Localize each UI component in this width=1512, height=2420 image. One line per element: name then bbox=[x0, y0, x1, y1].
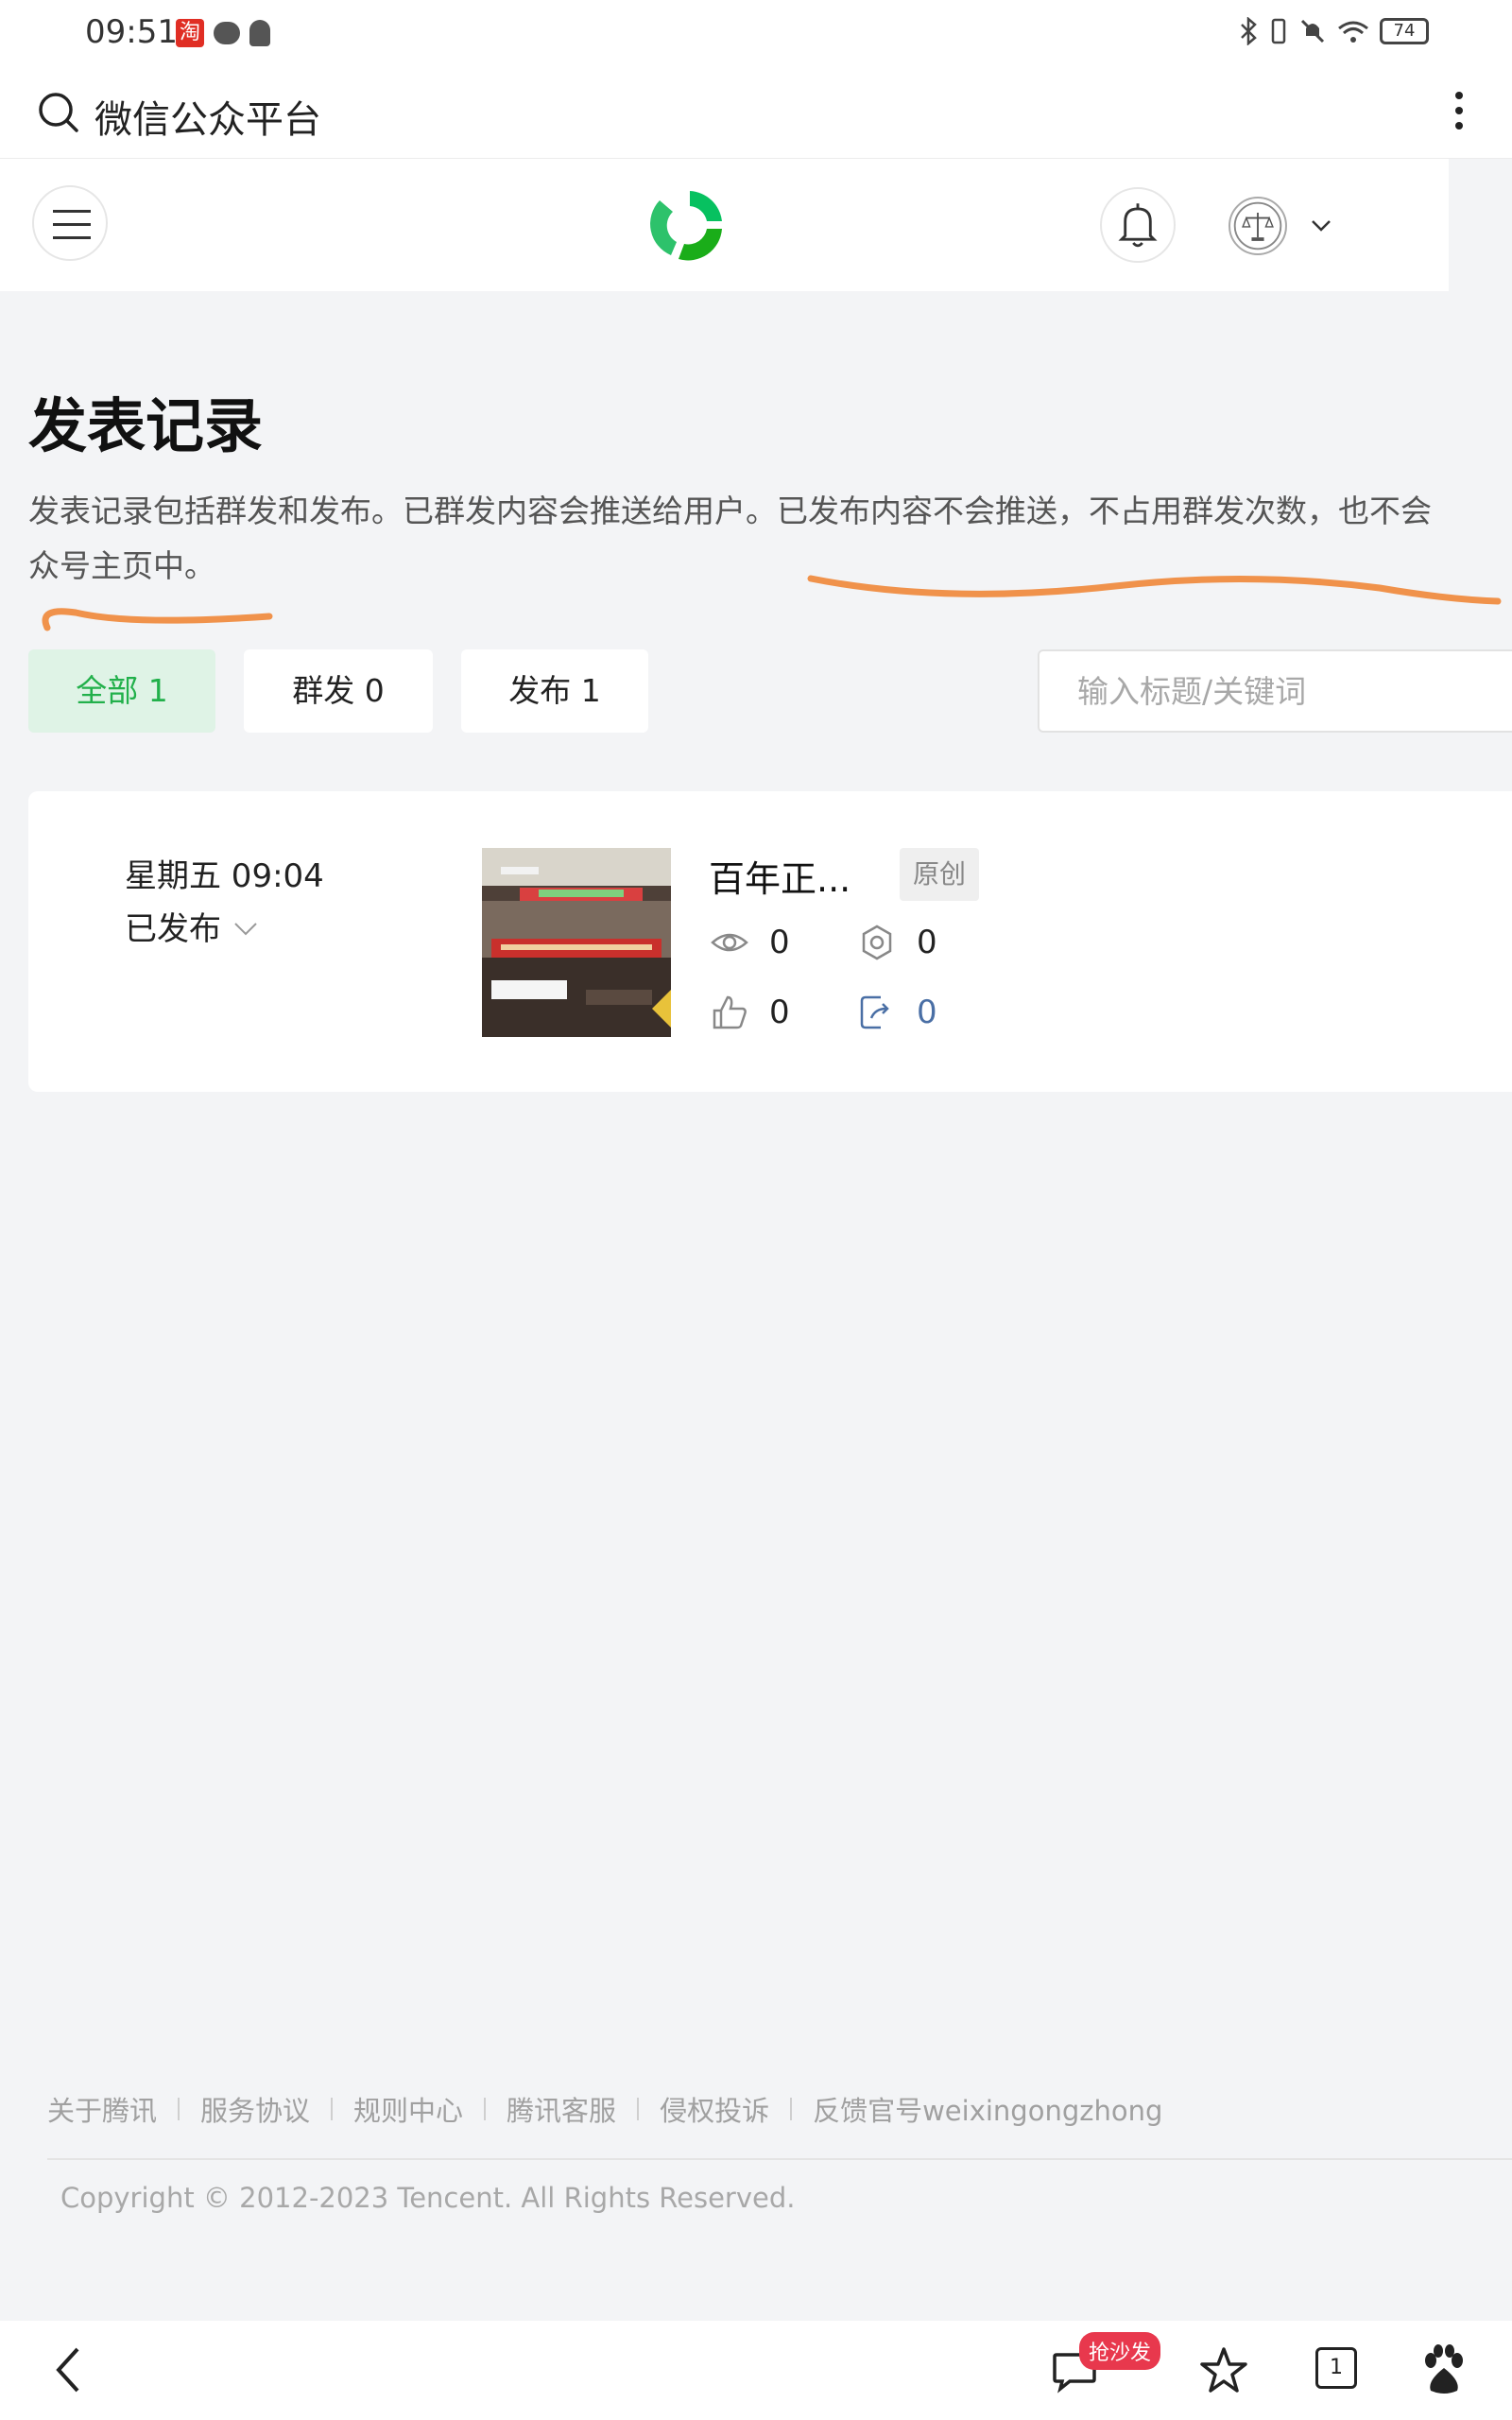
tab-all[interactable]: 全部 1 bbox=[28, 649, 215, 733]
record-card[interactable]: 星期五 09:04 已发布 百年正... 原创 0 0 0 0 bbox=[28, 791, 1512, 1092]
read-count-value: 0 bbox=[769, 924, 790, 961]
footer-link-feedback[interactable]: 反馈官号weixingongzhong bbox=[813, 2089, 1162, 2129]
search-box bbox=[1038, 649, 1512, 733]
taobao-icon: 淘 bbox=[176, 19, 204, 47]
status-system-icons: 74 bbox=[1238, 17, 1429, 45]
search-icon[interactable] bbox=[38, 92, 79, 133]
wechat-icon bbox=[214, 22, 240, 44]
share-count-value: 0 bbox=[917, 924, 937, 961]
forward-count-value: 0 bbox=[917, 994, 937, 1031]
menu-icon[interactable] bbox=[32, 185, 108, 261]
tab-mass-send[interactable]: 群发 0 bbox=[244, 649, 433, 733]
qq-icon bbox=[249, 20, 270, 46]
footer-link-rules[interactable]: 规则中心 bbox=[353, 2089, 463, 2129]
vibrate-icon bbox=[1271, 18, 1286, 44]
footer-separator bbox=[331, 2098, 334, 2120]
page-title: 发表记录 bbox=[28, 391, 264, 460]
notification-bell-icon[interactable] bbox=[1100, 187, 1176, 263]
footer-separator bbox=[484, 2098, 487, 2120]
comment-badge[interactable]: 抢沙发 bbox=[1079, 2332, 1161, 2370]
footer-link-about[interactable]: 关于腾讯 bbox=[47, 2089, 157, 2129]
share-count: 0 bbox=[858, 924, 937, 961]
star-icon[interactable] bbox=[1198, 2345, 1249, 2396]
share-icon bbox=[862, 925, 892, 960]
browser-bottom-bar: 抢沙发 1 bbox=[0, 2321, 1512, 2420]
page-description-continued: 众号主页中。 bbox=[28, 547, 215, 584]
mute-icon bbox=[1300, 19, 1325, 43]
forward-count: 0 bbox=[858, 994, 937, 1031]
footer-link-support[interactable]: 腾讯客服 bbox=[507, 2089, 616, 2129]
record-status[interactable]: 已发布 bbox=[125, 903, 221, 949]
wechat-platform-logo bbox=[650, 191, 722, 261]
original-badge: 原创 bbox=[900, 848, 980, 901]
page-description: 发表记录包括群发和发布。已群发内容会推送给用户。已发布内容不会推送，不占用群发次… bbox=[28, 493, 1432, 529]
tab-publish[interactable]: 发布 1 bbox=[461, 649, 648, 733]
like-count-value: 0 bbox=[769, 994, 790, 1031]
record-time: 星期五 09:04 bbox=[125, 857, 324, 895]
wifi-icon bbox=[1338, 21, 1368, 43]
footer-separator bbox=[637, 2098, 640, 2120]
read-count: 0 bbox=[711, 924, 790, 961]
footer-link-complaint[interactable]: 侵权投诉 bbox=[660, 2089, 769, 2129]
chevron-down-icon[interactable] bbox=[1310, 214, 1332, 236]
footer-separator bbox=[790, 2098, 793, 2120]
baidu-paw-icon[interactable] bbox=[1418, 2343, 1470, 2396]
forward-icon bbox=[860, 995, 889, 1029]
status-app-icons: 淘 bbox=[176, 19, 270, 47]
thumbs-up-icon bbox=[713, 995, 747, 1029]
bluetooth-icon bbox=[1241, 17, 1257, 45]
eye-icon bbox=[711, 933, 748, 952]
battery-icon: 74 bbox=[1380, 18, 1429, 44]
browser-bar: 微信公众平台 bbox=[0, 71, 1512, 159]
avatar[interactable] bbox=[1228, 197, 1287, 255]
top-nav bbox=[0, 159, 1449, 291]
tab-switcher-icon[interactable]: 1 bbox=[1315, 2347, 1357, 2389]
back-icon[interactable] bbox=[49, 2342, 87, 2398]
footer-divider bbox=[47, 2158, 1512, 2160]
copyright: Copyright © 2012-2023 Tencent. All Right… bbox=[60, 2182, 796, 2214]
more-menu-icon[interactable] bbox=[1453, 86, 1465, 139]
status-bar: 09:51 淘 74 bbox=[0, 0, 1512, 71]
footer-links: 关于腾讯 服务协议 规则中心 腾讯客服 侵权投诉 反馈官号weixingongz… bbox=[47, 2089, 1162, 2129]
article-title[interactable]: 百年正... bbox=[709, 850, 850, 902]
article-thumbnail[interactable] bbox=[482, 848, 671, 1037]
browser-title[interactable]: 微信公众平台 bbox=[94, 89, 321, 144]
footer-separator bbox=[178, 2098, 180, 2120]
filter-tabs: 全部 1 群发 0 发布 1 bbox=[28, 649, 648, 733]
chevron-down-icon[interactable] bbox=[232, 914, 260, 942]
like-count: 0 bbox=[711, 994, 790, 1031]
search-input[interactable] bbox=[1040, 651, 1512, 731]
footer-link-terms[interactable]: 服务协议 bbox=[200, 2089, 310, 2129]
status-time: 09:51 bbox=[85, 13, 178, 51]
